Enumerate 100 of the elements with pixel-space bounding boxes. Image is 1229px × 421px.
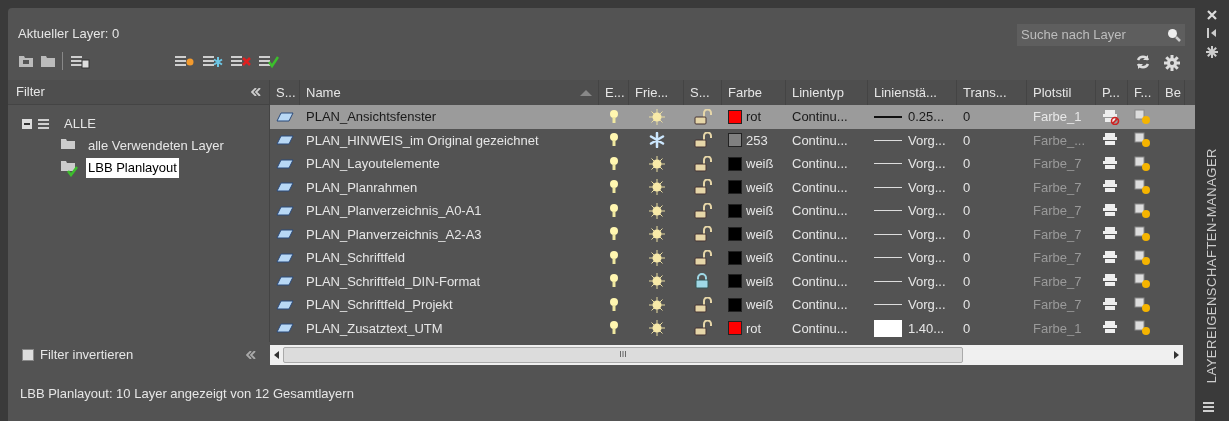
color-swatch[interactable] bbox=[728, 156, 742, 171]
color-swatch[interactable] bbox=[728, 227, 742, 242]
layer-status-icon bbox=[276, 229, 294, 240]
folder-icon[interactable] bbox=[18, 53, 34, 68]
lock-open-icon[interactable] bbox=[694, 179, 712, 196]
linetype-text: Continu... bbox=[792, 202, 848, 220]
layer-row[interactable]: PLAN_Schriftfeld weiß Continu... Vorg... 0 Farbe_7 bbox=[270, 246, 1195, 270]
sun-icon[interactable] bbox=[647, 154, 666, 173]
sun-icon[interactable] bbox=[647, 295, 666, 314]
tree-item[interactable]: alle Verwendeten Layer bbox=[86, 136, 226, 156]
lineweight-sample bbox=[874, 233, 902, 235]
layer-row[interactable]: PLAN_HINWEIS_im Original gezeichnet 253 Continu... Vorg... 0 Farbe_... bbox=[270, 128, 1195, 152]
color-swatch[interactable] bbox=[728, 274, 742, 289]
viewport-sun-icon[interactable] bbox=[1134, 320, 1152, 337]
viewport-sun-icon[interactable] bbox=[1134, 296, 1152, 313]
color-swatch[interactable] bbox=[728, 133, 742, 148]
layer-row[interactable]: PLAN_Ansichtsfenster rot Continu... 0.25... 0 Farbe_1 bbox=[270, 105, 1195, 129]
printer-icon[interactable] bbox=[1102, 155, 1120, 172]
color-name: weiß bbox=[746, 155, 774, 173]
layer-name: PLAN_Layoutelemente bbox=[306, 155, 440, 173]
printer-icon[interactable] bbox=[1102, 202, 1120, 219]
viewport-sun-icon[interactable] bbox=[1134, 155, 1152, 172]
autohide-icon[interactable] bbox=[1207, 28, 1217, 38]
invert-checkbox[interactable] bbox=[22, 348, 34, 361]
transparency-text: 0 bbox=[963, 296, 971, 314]
viewport-sun-icon[interactable] bbox=[1134, 132, 1152, 149]
lineweight-text: Vorg... bbox=[908, 202, 946, 220]
collapse-icon[interactable] bbox=[251, 88, 261, 96]
horizontal-scrollbar[interactable]: III bbox=[270, 344, 1183, 365]
lock-open-icon[interactable] bbox=[694, 132, 712, 149]
plotstyle-text: Farbe_7 bbox=[1033, 296, 1082, 314]
panel-title: LAYEREIGENSCHAFTEN-MANAGER bbox=[1203, 147, 1221, 383]
snowflake-icon[interactable] bbox=[648, 132, 665, 149]
color-swatch[interactable] bbox=[728, 250, 742, 265]
lightbulb-on-icon[interactable] bbox=[609, 179, 619, 196]
viewport-sun-icon[interactable] bbox=[1134, 179, 1152, 196]
lightbulb-on-icon[interactable] bbox=[609, 320, 619, 337]
lightbulb-on-icon[interactable] bbox=[609, 296, 619, 313]
layer-row[interactable]: PLAN_Planverzeichnis_A0-A1 weiß Continu... Vorg... 0 Farbe_7 bbox=[270, 199, 1195, 223]
viewport-sun-icon[interactable] bbox=[1134, 249, 1152, 266]
tree-item[interactable]: ALLE bbox=[62, 114, 98, 134]
lock-open-icon[interactable] bbox=[694, 155, 712, 172]
sun-icon[interactable] bbox=[647, 201, 666, 220]
collapse-icon[interactable] bbox=[246, 350, 256, 359]
lineweight-sample bbox=[874, 163, 902, 165]
printer-icon[interactable] bbox=[1102, 296, 1120, 313]
color-swatch[interactable] bbox=[728, 321, 742, 336]
lock-closed-icon[interactable] bbox=[694, 273, 712, 290]
layer-row[interactable]: PLAN_Layoutelemente weiß Continu... Vorg... 0 Farbe_7 bbox=[270, 152, 1195, 176]
lock-open-icon[interactable] bbox=[694, 226, 712, 243]
layer-status-icon bbox=[276, 276, 294, 287]
refresh-icon[interactable] bbox=[1135, 54, 1151, 70]
plotstyle-text: Farbe_1 bbox=[1033, 319, 1082, 338]
lightbulb-on-icon[interactable] bbox=[609, 273, 619, 290]
color-swatch[interactable] bbox=[728, 180, 742, 195]
search-icon[interactable] bbox=[1167, 28, 1181, 42]
lightbulb-on-icon[interactable] bbox=[609, 249, 619, 266]
sun-icon[interactable] bbox=[647, 178, 666, 197]
printer-icon[interactable] bbox=[1102, 249, 1120, 266]
settings-icon[interactable] bbox=[1163, 54, 1181, 72]
properties-icon[interactable] bbox=[1206, 46, 1218, 58]
close-icon[interactable] bbox=[1207, 10, 1217, 20]
sun-icon[interactable] bbox=[647, 272, 666, 291]
lightbulb-on-icon[interactable] bbox=[609, 155, 619, 172]
transparency-text: 0 bbox=[963, 272, 971, 291]
folder-icon[interactable] bbox=[40, 53, 56, 68]
lock-open-icon[interactable] bbox=[694, 249, 712, 266]
lock-open-icon[interactable] bbox=[694, 320, 712, 337]
viewport-sun-icon[interactable] bbox=[1134, 202, 1152, 219]
linetype-text: Continu... bbox=[792, 225, 848, 244]
color-swatch[interactable] bbox=[728, 297, 742, 312]
layer-row[interactable]: PLAN_Zusatztext_UTM rot Continu... 1.40... 0 Farbe_1 bbox=[270, 316, 1195, 340]
color-swatch[interactable] bbox=[728, 203, 742, 218]
search-field[interactable]: Suche nach Layer bbox=[1017, 24, 1185, 46]
lineweight-text: Vorg... bbox=[908, 225, 946, 244]
plotstyle-text: Farbe_1 bbox=[1033, 108, 1082, 126]
layer-row[interactable]: PLAN_Schriftfeld_DIN-Format weiß Continu... Vorg... 0 Farbe_7 bbox=[270, 269, 1195, 293]
layer-name: PLAN_Planrahmen bbox=[306, 178, 418, 197]
lineweight-sample bbox=[874, 280, 902, 282]
tree-item[interactable]: LBB Planlayout bbox=[86, 158, 179, 178]
lightbulb-on-icon[interactable] bbox=[609, 202, 619, 219]
collapse-toggle[interactable] bbox=[22, 119, 32, 129]
viewport-sun-icon[interactable] bbox=[1134, 273, 1152, 290]
sun-icon[interactable] bbox=[647, 248, 666, 267]
layer-row[interactable]: PLAN_Planrahmen weiß Continu... Vorg... 0 Farbe_7 bbox=[270, 175, 1195, 199]
lightbulb-on-icon[interactable] bbox=[609, 226, 619, 243]
lock-open-icon[interactable] bbox=[694, 296, 712, 313]
linetype-text: Continu... bbox=[792, 296, 848, 314]
layer-row[interactable]: PLAN_Schriftfeld_Projekt weiß Continu... Vorg... 0 Farbe_7 bbox=[270, 293, 1195, 317]
sun-icon[interactable] bbox=[647, 225, 666, 244]
sun-icon[interactable] bbox=[647, 319, 666, 338]
lock-open-icon[interactable] bbox=[694, 202, 712, 219]
lineweight-sample bbox=[874, 139, 902, 141]
transparency-text: 0 bbox=[963, 155, 971, 173]
color-swatch[interactable] bbox=[728, 109, 742, 124]
viewport-sun-icon[interactable] bbox=[1134, 226, 1152, 243]
linetype-text: Continu... bbox=[792, 155, 848, 173]
lightbulb-on-icon[interactable] bbox=[609, 132, 619, 149]
lock-open-icon[interactable] bbox=[694, 108, 712, 125]
layer-row[interactable]: PLAN_Planverzeichnis_A2-A3 weiß Continu... Vorg... 0 Farbe_7 bbox=[270, 222, 1195, 246]
